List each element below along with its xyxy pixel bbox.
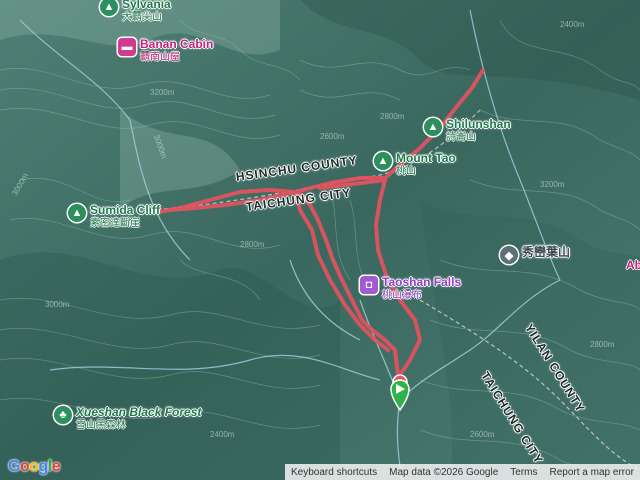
bed-icon: ▬ [118,38,136,56]
poi-xueshan-black-forest[interactable]: ♣ Xueshan Black Forest 雪山黑森林 [54,406,201,432]
terms-link[interactable]: Terms [510,467,537,478]
poi-name: Mount Tao [396,151,456,165]
poi-name: Sumida Cliff [90,203,161,217]
poi-subtitle: 桃山瀑布 [382,290,422,301]
edge-cropped-label: Ab [626,258,640,272]
poi-name: Xueshan Black Forest [76,405,202,419]
contour-label: 2800m [380,112,405,121]
poi-subtitle: 詩崙山 [446,132,476,143]
poi-shilunshan[interactable]: ▲ Shilunshan 詩崙山 [424,118,511,144]
mountain-icon: ▲ [100,0,118,16]
tree-icon: ♣ [54,406,72,424]
contour-label: 2800m [240,240,265,249]
mountain-icon: ▲ [68,204,86,222]
poi-banan-cabin[interactable]: ▬ Banan Cabin 霸南山屋 [118,38,213,64]
graduation-cap-icon: ◆ [500,246,518,264]
contour-label: 3200m [150,88,175,97]
google-logo: Google [8,458,61,475]
contour-label: 2600m [320,132,345,141]
poi-subtitle: 霸南山屋 [140,52,180,63]
poi-subtitle: 雪山黑森林 [76,420,126,431]
poi-sumida-cliff[interactable]: ▲ Sumida Cliff 素密達斷崖 [68,204,160,230]
contour-label: 2600m [470,430,495,439]
contour-label: 2800m [590,340,615,349]
keyboard-shortcuts-link[interactable]: Keyboard shortcuts [291,467,377,478]
map-canvas[interactable]: 3000m 3200m 2800m 2600m 2400m 3000m 3200… [0,0,640,480]
poi-xiulu-yeshan[interactable]: ◆ 秀巒葉山 [500,246,570,264]
poi-mount-tao[interactable]: ▲ Mount Tao 桃山 [374,152,456,178]
poi-name: Shilunshan [446,117,511,131]
report-error-link[interactable]: Report a map error [550,467,634,478]
poi-subtitle: 大霸尖山 [122,12,162,23]
poi-taoshan-falls[interactable]: ◘ Taoshan Falls 桃山瀑布 [360,276,461,302]
poi-subtitle: 素密達斷崖 [90,218,140,229]
poi-sylvania[interactable]: ▲ Sylvania 大霸尖山 [100,0,171,24]
map-footer: Keyboard shortcuts Map data ©2026 Google… [284,464,640,480]
poi-name: Sylvania [122,0,171,11]
poi-name: Banan Cabin [140,37,214,51]
photo-icon: ◘ [360,276,378,294]
poi-subtitle: 桃山 [396,166,416,177]
contour-label: 3000m [45,300,70,309]
mountain-icon: ▲ [374,152,392,170]
mountain-icon: ▲ [424,118,442,136]
contour-label: 2400m [560,20,585,29]
map-data-attribution: Map data ©2026 Google [389,466,499,478]
poi-name: 秀巒葉山 [522,245,571,259]
contour-label: 2400m [210,430,235,439]
contour-label: 3200m [540,180,565,189]
poi-name: Taoshan Falls [382,275,462,289]
